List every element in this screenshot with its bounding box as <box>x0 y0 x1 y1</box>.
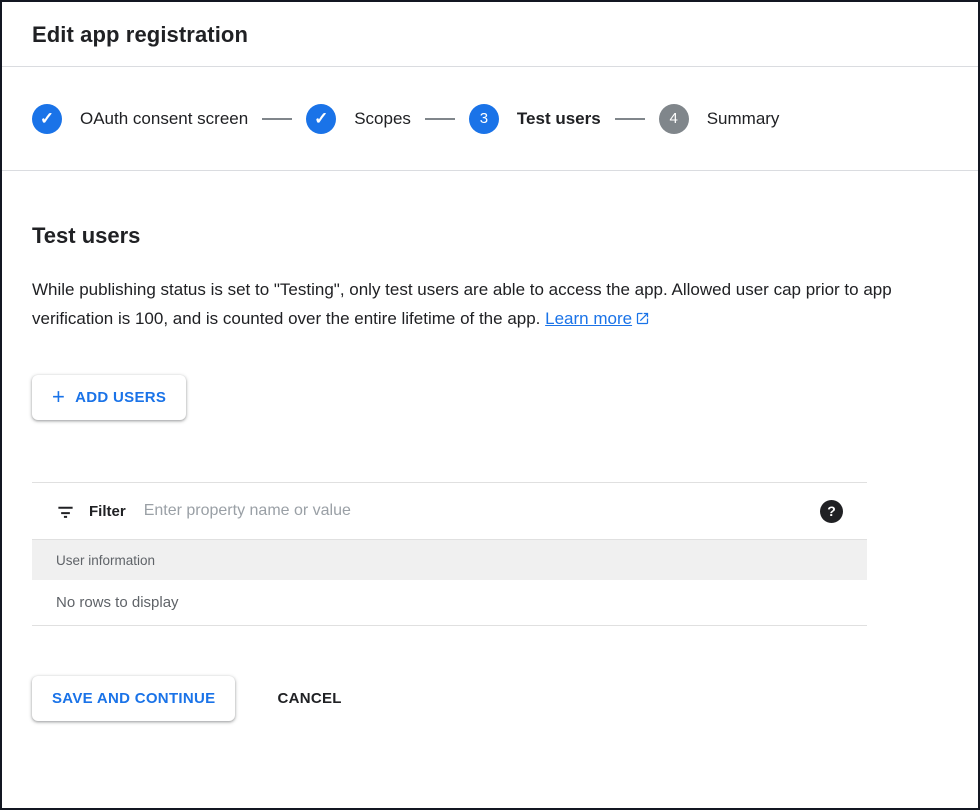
footer-actions: SAVE AND CONTINUE CANCEL <box>32 676 948 721</box>
step-oauth-consent-screen[interactable]: ✓ OAuth consent screen <box>32 104 248 134</box>
step-1-circle: ✓ <box>32 104 62 134</box>
step-3-label: Test users <box>517 109 601 129</box>
step-number: 4 <box>670 110 678 127</box>
section-title: Test users <box>32 223 948 249</box>
cancel-label: CANCEL <box>277 690 341 707</box>
step-4-circle: 4 <box>659 104 689 134</box>
description-body: While publishing status is set to "Testi… <box>32 280 892 328</box>
test-users-table-panel: Filter ? User information No rows to dis… <box>32 482 867 626</box>
stepper: ✓ OAuth consent screen ✓ Scopes 3 Test u… <box>2 67 978 171</box>
add-users-button[interactable]: + ADD USERS <box>32 375 186 420</box>
step-connector <box>425 118 455 120</box>
step-summary[interactable]: 4 Summary <box>659 104 780 134</box>
add-users-label: ADD USERS <box>75 389 166 406</box>
page-header: Edit app registration <box>2 2 978 67</box>
cancel-button[interactable]: CANCEL <box>277 690 341 707</box>
step-2-circle: ✓ <box>306 104 336 134</box>
table-column-header: User information <box>32 539 867 580</box>
help-icon[interactable]: ? <box>820 500 843 523</box>
save-and-continue-button[interactable]: SAVE AND CONTINUE <box>32 676 235 721</box>
page-title: Edit app registration <box>32 22 948 48</box>
main-content: Test users While publishing status is se… <box>2 171 978 721</box>
filter-bar: Filter ? <box>32 482 867 539</box>
step-scopes[interactable]: ✓ Scopes <box>306 104 411 134</box>
check-icon: ✓ <box>314 110 328 127</box>
open-in-new-icon <box>635 311 650 326</box>
column-user-information: User information <box>56 553 155 568</box>
step-number: 3 <box>480 110 488 127</box>
step-3-circle: 3 <box>469 104 499 134</box>
description-text: While publishing status is set to "Testi… <box>32 275 892 333</box>
filter-label: Filter <box>89 503 126 520</box>
step-connector <box>262 118 292 120</box>
step-2-label: Scopes <box>354 109 411 129</box>
step-connector <box>615 118 645 120</box>
filter-input[interactable] <box>144 502 806 520</box>
empty-message: No rows to display <box>56 594 179 611</box>
step-1-label: OAuth consent screen <box>80 109 248 129</box>
check-icon: ✓ <box>40 110 54 127</box>
help-glyph: ? <box>827 503 836 519</box>
learn-more-label: Learn more <box>545 309 632 328</box>
learn-more-link[interactable]: Learn more <box>545 309 650 328</box>
plus-icon: + <box>52 386 65 408</box>
save-and-continue-label: SAVE AND CONTINUE <box>52 690 215 707</box>
filter-icon <box>56 502 75 521</box>
step-test-users[interactable]: 3 Test users <box>469 104 601 134</box>
table-empty-row: No rows to display <box>32 580 867 626</box>
step-4-label: Summary <box>707 109 780 129</box>
